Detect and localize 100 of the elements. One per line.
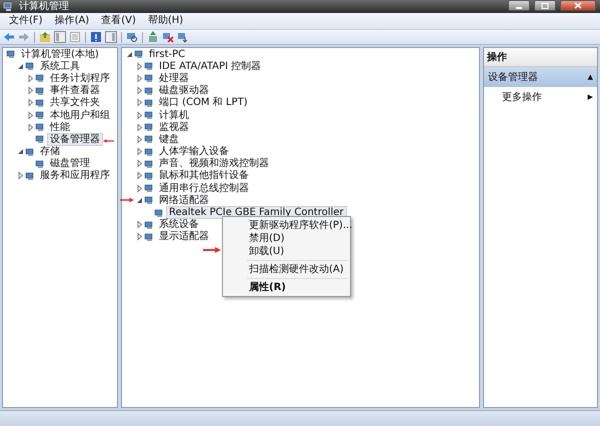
- tree-item[interactable]: IDE ATA/ATAPI 控制器: [156, 60, 264, 73]
- collapsed-arrow-icon[interactable]: [26, 110, 35, 120]
- device-icon: [144, 146, 154, 157]
- collapsed-arrow-icon[interactable]: [26, 74, 35, 83]
- tree-item[interactable]: 共享文件夹: [47, 96, 103, 110]
- tree-item[interactable]: 计算机: [156, 108, 192, 122]
- device-icon: [35, 158, 45, 169]
- collapsed-arrow-icon[interactable]: [135, 122, 144, 132]
- collapsed-arrow-icon[interactable]: [26, 98, 35, 108]
- tree-item[interactable]: 声音、视频和游戏控制器: [156, 157, 272, 170]
- tree-item[interactable]: 设备管理器: [47, 132, 103, 146]
- menu-item[interactable]: 扫描检测硬件改动(A): [223, 263, 350, 276]
- collapsed-arrow-icon[interactable]: [135, 171, 144, 180]
- minimize-button[interactable]: [508, 0, 530, 11]
- expanded-arrow-icon[interactable]: [16, 147, 25, 156]
- tree-item[interactable]: 端口 (COM 和 LPT): [156, 96, 251, 110]
- device-icon: [144, 122, 154, 132]
- collapsed-arrow-icon[interactable]: [135, 220, 144, 230]
- device-icon: [144, 86, 154, 96]
- collapsed-arrow-icon[interactable]: [135, 74, 144, 83]
- menu-item[interactable]: 操作(A): [50, 14, 94, 28]
- tree-item[interactable]: 计算机管理(本地): [18, 48, 102, 61]
- section-title: 设备管理器: [488, 71, 539, 84]
- device-icon: [25, 170, 35, 181]
- forward-icon[interactable]: [18, 31, 30, 43]
- tree-item[interactable]: 网络适配器: [156, 194, 212, 207]
- menu-item[interactable]: 查看(V): [96, 14, 141, 28]
- collapsed-arrow-icon[interactable]: [135, 184, 144, 193]
- folder-up-icon[interactable]: [39, 31, 51, 43]
- collapsed-arrow-icon[interactable]: [135, 62, 144, 71]
- collapsed-arrow-icon[interactable]: [135, 134, 144, 144]
- update-icon[interactable]: [147, 31, 159, 43]
- device-icon: [35, 134, 45, 144]
- tree-item[interactable]: 任务计划程序: [47, 72, 113, 85]
- collapsed-arrow-icon[interactable]: [135, 86, 144, 96]
- arrow-icon: [120, 197, 134, 203]
- device-icon: [6, 49, 16, 60]
- tree-item[interactable]: 事件查看器: [47, 84, 103, 98]
- computer-icon: [3, 2, 13, 12]
- tree-item[interactable]: 键盘: [156, 132, 182, 146]
- tree-item[interactable]: 人体学输入设备: [156, 145, 232, 158]
- panel-icon[interactable]: [105, 31, 117, 43]
- device-icon: [35, 110, 45, 120]
- tree-item[interactable]: 系统设备: [156, 218, 202, 232]
- tree-item[interactable]: 磁盘管理: [47, 157, 93, 170]
- disable-icon[interactable]: [177, 31, 189, 43]
- collapsed-arrow-icon[interactable]: [135, 232, 144, 242]
- maximize-button[interactable]: [534, 0, 556, 11]
- tree-item[interactable]: 性能: [47, 120, 73, 134]
- device-icon: [25, 146, 35, 157]
- collapsed-arrow-icon[interactable]: [16, 171, 25, 180]
- tree-item[interactable]: 通用串行总线控制器: [156, 182, 252, 195]
- tree-item[interactable]: 处理器: [156, 72, 192, 85]
- tree-item[interactable]: 鼠标和其他指针设备: [156, 169, 252, 182]
- expanded-arrow-icon[interactable]: [16, 62, 25, 71]
- device-icon: [144, 195, 154, 206]
- tree-item[interactable]: 服务和应用程序: [37, 169, 113, 182]
- help-icon[interactable]: [90, 31, 102, 43]
- list-icon[interactable]: [69, 31, 81, 43]
- panel-icon[interactable]: [54, 31, 66, 43]
- device-icon: [144, 73, 154, 84]
- uninstall-icon[interactable]: [162, 31, 174, 43]
- tree-item[interactable]: 存储: [37, 145, 63, 158]
- device-icon: [144, 170, 154, 181]
- scan-icon[interactable]: [126, 31, 138, 43]
- tree-item[interactable]: 磁盘驱动器: [156, 84, 212, 98]
- collapsed-arrow-icon[interactable]: [135, 159, 144, 168]
- device-icon: [144, 110, 154, 120]
- device-icon: [144, 183, 154, 194]
- tree-item[interactable]: 本地用户和组: [47, 108, 113, 122]
- maximize-icon: [541, 2, 549, 8]
- menu-item[interactable]: 更新驱动程序软件(P)...: [223, 219, 350, 232]
- menu-item[interactable]: 帮助(H): [142, 14, 188, 28]
- menu-item[interactable]: 文件(F): [4, 14, 48, 28]
- close-button[interactable]: [560, 0, 596, 11]
- device-icon: [144, 98, 154, 108]
- collapsed-arrow-icon[interactable]: [26, 122, 35, 132]
- arrow-icon: [203, 247, 221, 253]
- close-icon: [574, 2, 582, 9]
- device-icon: [134, 49, 144, 60]
- tree-item[interactable]: first-PC: [146, 48, 188, 61]
- collapsed-arrow-icon[interactable]: [135, 110, 144, 120]
- menu-item[interactable]: 属性(R): [223, 281, 350, 294]
- collapsed-arrow-icon[interactable]: [135, 147, 144, 156]
- device-icon: [154, 208, 164, 218]
- device-icon: [35, 73, 45, 84]
- device-icon: [144, 220, 154, 230]
- menu-item[interactable]: 卸载(U): [223, 245, 350, 258]
- expanded-arrow-icon[interactable]: [125, 50, 134, 59]
- back-icon[interactable]: [3, 31, 15, 43]
- device-icon: [144, 232, 154, 242]
- arrow-icon: [103, 138, 114, 144]
- device-icon: [35, 86, 45, 96]
- expanded-arrow-icon[interactable]: [135, 196, 144, 205]
- menu-item[interactable]: 禁用(D): [223, 232, 350, 245]
- collapsed-arrow-icon[interactable]: [26, 86, 35, 96]
- tree-item[interactable]: 系统工具: [37, 60, 83, 73]
- collapsed-arrow-icon[interactable]: [135, 98, 144, 108]
- tree-item[interactable]: 显示适配器: [156, 230, 212, 244]
- tree-item[interactable]: 监视器: [156, 120, 192, 134]
